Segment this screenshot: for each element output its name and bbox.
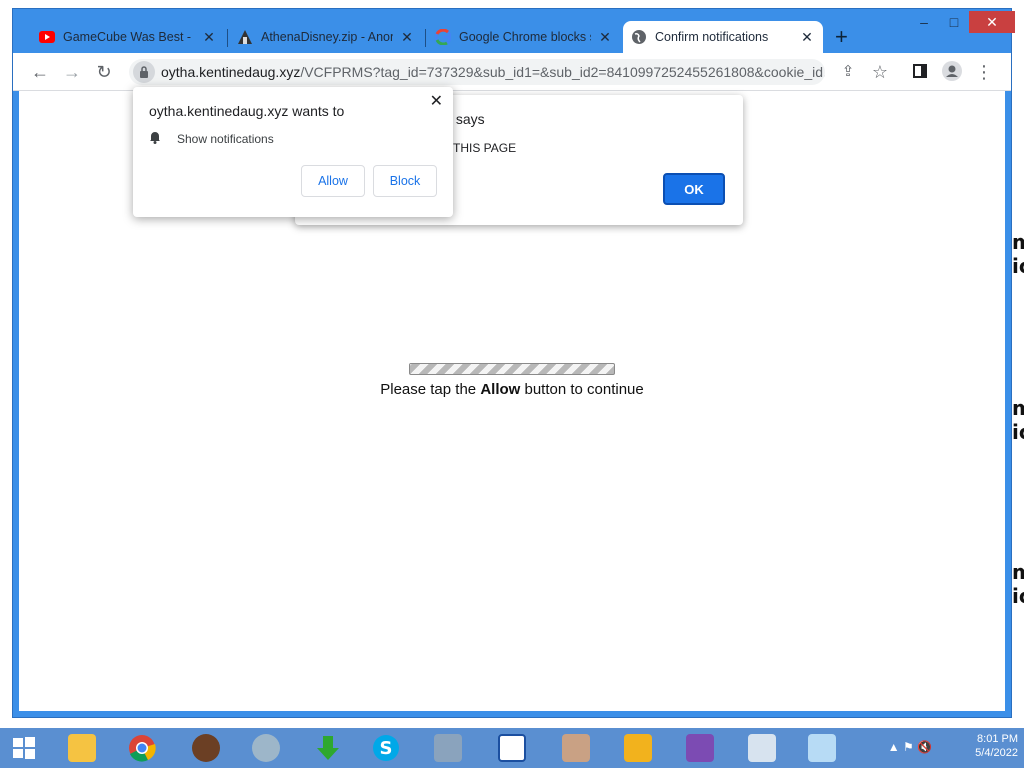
progress-bar bbox=[409, 363, 615, 375]
youtube-icon bbox=[39, 29, 55, 45]
download-arrow-icon[interactable] bbox=[306, 730, 350, 766]
address-bar[interactable]: oytha.kentinedaug.xyz/VCFPRMS?tag_id=737… bbox=[129, 59, 825, 85]
close-icon[interactable]: ✕ bbox=[430, 91, 443, 111]
url-path: /VCFPRMS?tag_id=737329&sub_id1=&sub_id2=… bbox=[300, 64, 825, 80]
tab-title: GameCube Was Best - Sc bbox=[63, 30, 195, 44]
ok-button[interactable]: OK bbox=[663, 173, 725, 205]
bell-icon bbox=[149, 131, 165, 147]
desktop-text-fragment: mic bbox=[1012, 396, 1024, 444]
monitor-app-icon[interactable] bbox=[740, 730, 784, 766]
back-arrow-icon[interactable]: ← bbox=[29, 61, 51, 83]
tab-google-chrome-blocks[interactable]: Google Chrome blocks s ✕ bbox=[427, 21, 621, 53]
tab-gamecube[interactable]: GameCube Was Best - Sc ✕ bbox=[31, 21, 225, 53]
desktop-text-fragment: mic bbox=[1012, 560, 1024, 608]
anonfiles-icon bbox=[237, 29, 253, 45]
tab-confirm-notifications[interactable]: Confirm notifications ✕ bbox=[623, 21, 823, 53]
share-icon[interactable]: ⇪ bbox=[837, 61, 859, 83]
permission-label: Show notifications bbox=[177, 132, 274, 146]
svg-text:S: S bbox=[380, 738, 393, 759]
lock-icon[interactable] bbox=[133, 61, 155, 83]
game-app-icon[interactable] bbox=[678, 730, 722, 766]
block-button[interactable]: Block bbox=[373, 165, 437, 197]
globe-icon bbox=[631, 29, 647, 45]
browser-toolbar: ← → ↻ oytha.kentinedaug.xyz/VCFPRMS?tag_… bbox=[13, 53, 1011, 91]
tab-separator bbox=[425, 29, 426, 47]
tab-title: AthenaDisney.zip - Anon bbox=[261, 30, 393, 44]
tab-close-icon[interactable]: ✕ bbox=[201, 29, 217, 46]
coffee-bean-icon[interactable] bbox=[184, 730, 228, 766]
start-button[interactable] bbox=[2, 730, 46, 766]
side-panel-icon[interactable] bbox=[909, 61, 931, 83]
lightning-app-icon[interactable] bbox=[616, 730, 660, 766]
desktop-text-fragment: mic bbox=[1012, 230, 1024, 278]
skype-icon[interactable]: S bbox=[364, 730, 408, 766]
clock-date: 5/4/2022 bbox=[975, 747, 1018, 759]
chrome-taskbar-icon[interactable] bbox=[120, 730, 164, 766]
page-viewport: Please tap the Allow button to continue … bbox=[19, 87, 1005, 711]
notepad-app-icon[interactable] bbox=[800, 730, 844, 766]
permission-row: Show notifications bbox=[149, 131, 274, 147]
tab-separator bbox=[227, 29, 228, 47]
tab-title: Google Chrome blocks s bbox=[459, 30, 591, 44]
clock-time: 8:01 PM bbox=[977, 733, 1018, 745]
app-avatar-icon[interactable] bbox=[244, 730, 288, 766]
tab-athenadisney[interactable]: AthenaDisney.zip - Anon ✕ bbox=[229, 21, 423, 53]
windows-logo-icon bbox=[13, 737, 35, 759]
taskbar: S ▲ ⚑ 🔇 8:01 PM 5/4/2022 bbox=[0, 728, 1024, 768]
instruction-message: Please tap the Allow button to continue bbox=[380, 381, 644, 398]
tab-close-icon[interactable]: ✕ bbox=[399, 29, 415, 46]
close-window-button[interactable]: ✕ bbox=[969, 11, 1015, 33]
menu-kebab-icon[interactable]: ⋮ bbox=[973, 61, 995, 83]
tab-strip: GameCube Was Best - Sc ✕ AthenaDisney.zi… bbox=[13, 9, 1015, 53]
minimize-button[interactable]: – bbox=[909, 11, 939, 33]
star-icon[interactable]: ☆ bbox=[869, 61, 891, 83]
system-tray-icons[interactable]: ▲ ⚑ 🔇 bbox=[888, 740, 932, 754]
clock[interactable]: 8:01 PM 5/4/2022 bbox=[975, 732, 1018, 760]
url-host: oytha.kentinedaug.xyz bbox=[161, 64, 301, 80]
window-app-icon[interactable] bbox=[490, 730, 534, 766]
tab-close-icon[interactable]: ✕ bbox=[597, 29, 613, 46]
tab-close-icon[interactable]: ✕ bbox=[799, 29, 815, 46]
alert-body: THIS PAGE bbox=[453, 141, 517, 155]
new-tab-button[interactable]: + bbox=[835, 26, 848, 48]
notification-permission-popup: oytha.kentinedaug.xyz wants to ✕ Show no… bbox=[133, 87, 453, 217]
tab-title: Confirm notifications bbox=[655, 30, 769, 44]
sky-app-icon[interactable] bbox=[426, 730, 470, 766]
file-explorer-icon[interactable] bbox=[60, 730, 104, 766]
reload-icon[interactable]: ↻ bbox=[93, 61, 115, 83]
forward-arrow-icon[interactable]: → bbox=[61, 61, 83, 83]
allow-emphasis: Allow bbox=[480, 381, 521, 398]
person-app-icon[interactable] bbox=[554, 730, 598, 766]
maximize-button[interactable]: □ bbox=[939, 11, 969, 33]
permission-title: oytha.kentinedaug.xyz wants to bbox=[149, 103, 345, 119]
allow-button[interactable]: Allow bbox=[301, 165, 365, 197]
profile-icon[interactable] bbox=[941, 61, 963, 83]
chrome-window: GameCube Was Best - Sc ✕ AthenaDisney.zi… bbox=[12, 8, 1015, 718]
google-icon bbox=[435, 29, 451, 45]
